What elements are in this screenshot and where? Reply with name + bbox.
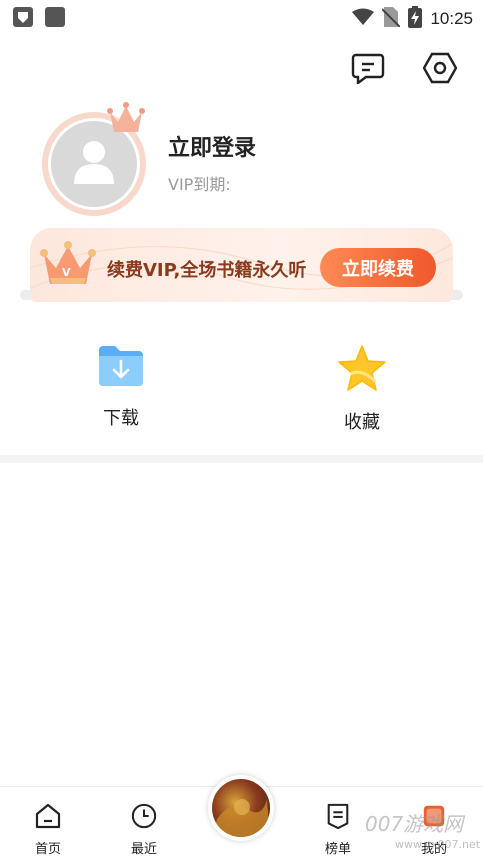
settings-button[interactable] — [422, 52, 458, 88]
download-shortcut[interactable]: 下载 — [71, 344, 171, 434]
message-icon — [351, 52, 385, 88]
download-folder-icon — [97, 344, 145, 392]
now-playing-button[interactable] — [208, 775, 274, 841]
message-button[interactable] — [350, 52, 386, 88]
vip-promo-text: 续费VIP,全场书籍永久听 — [107, 260, 307, 281]
watermark-url: www.yx007.net — [395, 838, 481, 851]
nav-home[interactable]: 首页 — [18, 803, 78, 857]
battery-charging-icon — [408, 6, 423, 32]
status-time: 10:25 — [430, 9, 473, 28]
vip-crown-large-icon: V — [38, 238, 98, 294]
favorites-label: 收藏 — [344, 412, 380, 433]
favorites-shortcut[interactable]: 收藏 — [312, 344, 412, 434]
status-bar: 10:25 — [0, 0, 483, 34]
watermark: 007游戏网 — [365, 812, 464, 836]
renew-vip-button[interactable]: 立即续费 — [320, 248, 436, 287]
nav-recent-label: 最近 — [130, 842, 157, 857]
login-link[interactable]: 立即登录 — [168, 130, 256, 162]
vip-crown-icon — [106, 100, 146, 140]
now-playing-cover — [212, 779, 270, 837]
settings-icon — [422, 52, 458, 88]
svg-text:V: V — [62, 266, 71, 279]
vip-expire-label: VIP到期: — [168, 175, 231, 194]
no-sim-icon — [381, 7, 402, 31]
download-label: 下载 — [103, 408, 139, 429]
shield-notification-icon — [12, 6, 34, 32]
nav-ranking[interactable]: 榜单 — [308, 803, 368, 857]
default-user-icon — [72, 138, 116, 190]
ranking-icon — [324, 803, 352, 833]
nav-ranking-label: 榜单 — [324, 842, 351, 857]
section-divider — [0, 455, 483, 463]
nav-home-label: 首页 — [34, 842, 61, 857]
nav-recent[interactable]: 最近 — [114, 803, 174, 857]
app-notification-icon — [44, 6, 66, 32]
clock-icon — [130, 803, 158, 833]
wifi-icon — [352, 8, 375, 30]
home-icon — [34, 803, 62, 833]
star-icon — [336, 344, 388, 396]
